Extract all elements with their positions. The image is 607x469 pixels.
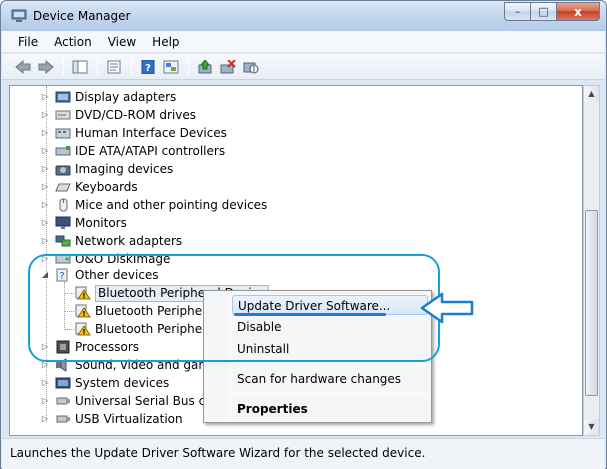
help-icon[interactable]: ? — [137, 57, 159, 77]
tree-item-dvd-drives[interactable]: ▷ DVD/CD-ROM drives — [40, 106, 196, 124]
expand-arrow-icon[interactable]: ▷ — [40, 106, 50, 124]
menu-item-scan-hardware[interactable]: Scan for hardware changes — [237, 369, 401, 389]
tree-item-usb-controllers[interactable]: ▷ Universal Serial Bus cont — [40, 392, 225, 410]
status-text: Launches the Update Driver Software Wiza… — [10, 446, 426, 460]
keyboard-icon — [55, 183, 71, 192]
close-button[interactable]: x — [556, 2, 600, 21]
monitor-icon — [55, 216, 71, 229]
back-icon[interactable] — [12, 57, 34, 77]
tree-item-label: Mice and other pointing devices — [75, 198, 268, 212]
properties-icon[interactable] — [103, 57, 125, 77]
expand-arrow-icon[interactable]: ▷ — [40, 232, 50, 250]
system-device-icon — [55, 377, 71, 389]
toolbar-separator — [97, 57, 98, 76]
tree-item-imaging-devices[interactable]: ▷ Imaging devices — [40, 160, 173, 178]
console-tree-icon[interactable] — [69, 57, 91, 77]
expand-arrow-icon[interactable]: ▷ — [40, 160, 50, 178]
tree-item-display-adapters[interactable]: ▷ Display adapters — [40, 88, 176, 106]
menu-help[interactable]: Help — [144, 32, 187, 52]
window-title: Device Manager — [33, 9, 131, 23]
tree-item-ide-controllers[interactable]: ▷ IDE ATA/ATAPI controllers — [40, 142, 225, 160]
tree-item-label: IDE ATA/ATAPI controllers — [75, 144, 226, 158]
tree-item-hid[interactable]: ▷ Human Interface Devices — [40, 124, 227, 142]
tree-item-label: Monitors — [75, 216, 127, 230]
expand-arrow-icon[interactable]: ▷ — [40, 410, 50, 428]
scroll-down-arrow-icon[interactable]: ▼ — [584, 419, 599, 435]
usb-icon — [56, 415, 70, 423]
menu-view[interactable]: View — [100, 32, 144, 52]
tree-item-label: Display adapters — [75, 90, 177, 104]
menu-action[interactable]: Action — [46, 32, 100, 52]
camera-icon — [55, 165, 71, 176]
maximize-button[interactable]: □ — [530, 2, 556, 21]
tree-item-monitors[interactable]: ▷ Monitors — [40, 214, 127, 232]
expand-arrow-icon[interactable]: ▷ — [40, 214, 50, 232]
tree-item-label: Network adapters — [75, 234, 183, 248]
uninstall-icon[interactable] — [217, 57, 239, 77]
highlight-annotation-box — [28, 254, 440, 362]
tree-item-system-devices[interactable]: ▷ System devices — [40, 374, 169, 392]
mouse-icon — [59, 198, 68, 212]
expand-arrow-icon[interactable]: ▷ — [40, 392, 50, 410]
tree-item-mice[interactable]: ▷ Mice and other pointing devices — [40, 196, 267, 214]
toolbar: ? — [2, 54, 605, 80]
menu-file[interactable]: File — [10, 32, 46, 52]
tree-item-label: DVD/CD-ROM drives — [75, 108, 197, 122]
network-adapter-icon — [55, 235, 71, 247]
minimize-button[interactable]: – — [504, 2, 530, 21]
menu-bar: File Action View Help — [2, 31, 605, 53]
ide-controller-icon — [55, 146, 71, 156]
expand-arrow-icon[interactable]: ▷ — [40, 178, 50, 196]
tree-item-label: System devices — [75, 376, 170, 390]
device-manager-icon — [11, 9, 27, 22]
show-hidden-icon[interactable] — [160, 57, 182, 77]
expand-arrow-icon[interactable]: ▷ — [40, 88, 50, 106]
scrollbar-thumb[interactable] — [585, 210, 598, 396]
tree-item-network-adapters[interactable]: ▷ Network adapters — [40, 232, 182, 250]
forward-icon[interactable] — [35, 57, 57, 77]
display-adapter-icon — [55, 91, 71, 103]
update-driver-icon[interactable] — [194, 57, 216, 77]
vertical-scrollbar[interactable]: ▲ ▼ — [583, 85, 600, 436]
toolbar-separator — [131, 57, 132, 76]
scroll-up-arrow-icon[interactable]: ▲ — [584, 86, 599, 102]
pointer-arrow-icon — [420, 292, 474, 324]
tree-item-label: Imaging devices — [75, 162, 174, 176]
tree-item-keyboards[interactable]: ▷ Keyboards — [40, 178, 138, 196]
menu-separator — [234, 393, 428, 394]
expand-arrow-icon[interactable]: ▷ — [40, 196, 50, 214]
tree-item-label: USB Virtualization — [75, 412, 183, 426]
menu-separator — [234, 364, 428, 365]
svg-text:?: ? — [145, 63, 151, 74]
expand-arrow-icon[interactable]: ▷ — [40, 374, 50, 392]
title-bar[interactable]: Device Manager – □ x — [1, 1, 606, 31]
menu-item-properties[interactable]: Properties — [237, 399, 308, 419]
highlight-underline — [234, 313, 386, 316]
hid-icon — [55, 128, 71, 139]
tree-item-label: Human Interface Devices — [75, 126, 227, 140]
expand-arrow-icon[interactable]: ▷ — [40, 142, 50, 160]
dvd-drive-icon — [55, 110, 71, 120]
tree-item-label: Keyboards — [75, 180, 138, 194]
expand-arrow-icon[interactable]: ▷ — [40, 124, 50, 142]
toolbar-separator — [188, 57, 189, 76]
scan-hardware-icon[interactable] — [240, 57, 262, 77]
usb-icon — [56, 397, 70, 405]
tree-item-usb-virtualization[interactable]: ▷ USB Virtualization — [40, 410, 183, 428]
toolbar-separator — [63, 57, 64, 76]
status-bar: Launches the Update Driver Software Wiza… — [2, 438, 605, 469]
